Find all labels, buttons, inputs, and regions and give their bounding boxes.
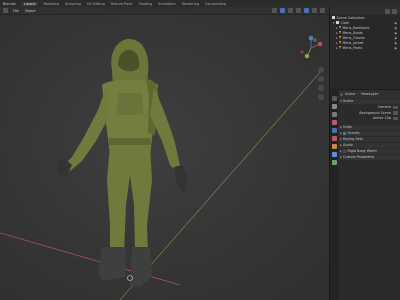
new-collection-icon[interactable] (392, 8, 397, 14)
active-clip-field[interactable] (393, 116, 398, 120)
tab-texture-paint[interactable]: Texture Paint (111, 2, 133, 6)
section-label: Keying Sets (343, 137, 363, 142)
overlay-icon[interactable] (272, 8, 277, 13)
tab-modeling[interactable]: Modeling (44, 2, 59, 6)
mesh-icon (339, 36, 341, 39)
tab-animation[interactable]: Animation (158, 2, 175, 6)
x-axis-line (0, 232, 181, 286)
section-units[interactable]: ▸ Units (339, 124, 400, 130)
navigation-gizmo[interactable] (296, 33, 326, 63)
scene-panel-header[interactable]: ▾ Scene (339, 98, 400, 104)
properties-header: Scene › ViewLayer (339, 90, 400, 98)
active-clip-label: Active Clip (373, 116, 391, 121)
section-label: Gravity (347, 131, 360, 136)
character-model[interactable] (58, 38, 188, 287)
world-tab-icon[interactable] (331, 136, 337, 141)
breadcrumb-separator-icon: › (357, 92, 359, 96)
camera-field[interactable] (393, 105, 398, 109)
render-shading-icon[interactable] (320, 8, 325, 13)
section-label: Audio (343, 143, 353, 148)
solid-shading-icon[interactable] (304, 8, 309, 13)
mesh-icon (339, 26, 341, 29)
pan-icon[interactable] (318, 76, 324, 82)
outliner-label: Mens_Jacket (342, 40, 364, 45)
rigid-body-checkbox[interactable] (343, 149, 346, 153)
tab-sculpting[interactable]: Sculpting (65, 2, 81, 6)
modifier-tab-icon[interactable] (331, 152, 337, 157)
scene-icon (340, 92, 343, 96)
outliner-label: Mens_Gloves (342, 35, 365, 40)
view-layer-tab-icon[interactable] (331, 120, 337, 125)
editor-type-icon[interactable] (3, 8, 8, 13)
select-menu[interactable]: Object (24, 9, 37, 13)
visibility-icon[interactable]: ◉ (394, 31, 397, 35)
scene-tab-icon[interactable] (331, 128, 337, 133)
active-clip-row: Active Clip (339, 116, 400, 122)
tab-layout[interactable]: Layout (22, 1, 38, 6)
section-label: Units (343, 125, 352, 130)
section-rigid-body-world[interactable]: ▸ Rigid Body World (339, 148, 400, 154)
material-shading-icon[interactable] (312, 8, 317, 13)
visibility-icon[interactable]: ◉ (394, 21, 397, 25)
viewport-header: File Object (0, 7, 329, 15)
section-audio[interactable]: ▸ Audio (339, 142, 400, 148)
visibility-icon[interactable]: ◉ (394, 36, 397, 40)
top-bar: Blender Layout Modeling Sculpting UV Edi… (0, 0, 400, 7)
app-menu[interactable]: Blender (3, 2, 16, 6)
outliner-header (330, 7, 400, 15)
panel-title: Scene (343, 99, 354, 104)
tab-uv-editing[interactable]: UV Editing (87, 2, 105, 6)
viewport-scene (0, 38, 323, 300)
viewport-nav-buttons (318, 67, 324, 100)
visibility-icon[interactable]: ◉ (394, 46, 397, 50)
outliner-panel: Scene Collection ▾ Cloth ◉ ▸ Mens_Backba… (330, 7, 400, 89)
tab-rendering[interactable]: Rendering (182, 2, 199, 6)
section-label: Custom Properties (343, 155, 375, 160)
render-tab-icon[interactable] (331, 104, 337, 109)
properties-panel: Scene › ViewLayer ▾ Scene Camera Backgro… (330, 90, 400, 300)
section-gravity[interactable]: ▸ Gravity (339, 130, 400, 136)
output-tab-icon[interactable] (331, 112, 337, 117)
outliner-label: Scene Collection (336, 15, 365, 20)
gizmo-toggle-icon[interactable] (280, 8, 285, 13)
outliner-label: Mens_Pants (342, 45, 363, 50)
mesh-icon (339, 46, 341, 49)
outliner-row-object[interactable]: ▸ Mens_Pants ◉ (330, 45, 400, 50)
physics-tab-icon[interactable] (331, 160, 337, 165)
object-tab-icon[interactable] (331, 144, 337, 149)
mesh-icon (339, 31, 341, 34)
3d-viewport[interactable] (0, 15, 329, 300)
gravity-checkbox[interactable] (343, 131, 346, 135)
xray-icon[interactable] (288, 8, 293, 13)
properties-content: Scene › ViewLayer ▾ Scene Camera Backgro… (339, 90, 400, 161)
section-label: Rigid Body World (347, 149, 377, 154)
collection-icon (336, 21, 339, 24)
wireframe-shading-icon[interactable] (296, 8, 301, 13)
tab-compositing[interactable]: Compositing (205, 2, 226, 6)
visibility-icon[interactable]: ◉ (394, 26, 397, 30)
view-layer-name[interactable]: ViewLayer (361, 92, 379, 96)
camera-label: Camera (377, 105, 391, 110)
tool-tab-icon[interactable] (331, 96, 337, 101)
mesh-icon (339, 41, 341, 44)
view-menu[interactable]: File (12, 9, 20, 13)
outliner-label: Cloth (340, 20, 350, 25)
scene-name[interactable]: Scene (345, 92, 355, 96)
filter-icon[interactable] (385, 8, 390, 14)
properties-tabs (330, 90, 338, 300)
collection-icon (332, 16, 335, 19)
visibility-icon[interactable]: ◉ (394, 41, 397, 45)
zoom-icon[interactable] (318, 67, 324, 73)
section-custom-properties[interactable]: ▸ Custom Properties (339, 154, 400, 160)
background-scene-field[interactable] (393, 111, 398, 115)
viewport-shading-controls (272, 8, 325, 13)
tab-shading[interactable]: Shading (139, 2, 153, 6)
perspective-toggle-icon[interactable] (318, 94, 324, 100)
outliner-label: Mens_Backback (342, 25, 370, 30)
outliner-label: Mens_Boots (342, 30, 363, 35)
axis-gizmo-icon (298, 35, 324, 61)
background-scene-label: Background Scene (359, 110, 391, 115)
camera-view-icon[interactable] (318, 85, 324, 91)
section-keying-sets[interactable]: ▸ Keying Sets (339, 136, 400, 142)
